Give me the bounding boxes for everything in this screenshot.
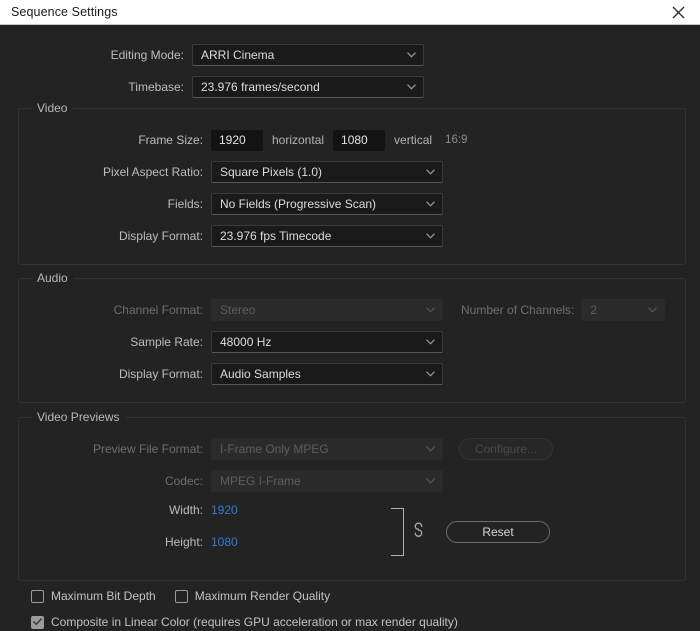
codec-select: MPEG I-Frame	[211, 470, 443, 492]
timebase-select[interactable]: 23.976 frames/second	[192, 76, 424, 98]
channel-format-select: Stereo	[211, 299, 443, 321]
audio-display-format-row: Display Format: Audio Samples	[19, 363, 685, 385]
chevron-down-icon	[426, 339, 435, 345]
maximum-render-quality-checkbox[interactable]	[174, 589, 188, 603]
preview-height-value[interactable]: 1080	[211, 535, 238, 549]
horizontal-label: horizontal	[272, 133, 325, 147]
sample-rate-row: Sample Rate: 48000 Hz	[19, 331, 685, 353]
preview-width-label: Width:	[168, 503, 203, 517]
close-icon	[672, 6, 684, 18]
maximum-bit-depth-checkbox-row[interactable]: Maximum Bit Depth	[31, 587, 156, 605]
maximum-render-quality-checkbox-row[interactable]: Maximum Render Quality	[174, 587, 330, 605]
video-display-format-value: 23.976 fps Timecode	[220, 229, 332, 243]
preview-width-row: Width: 1920	[19, 502, 685, 518]
dialog-body: Editing Mode: ARRI Cinema Timebase: 23.9…	[0, 25, 700, 629]
chain-link-icon[interactable]	[413, 522, 424, 543]
video-group: Video Frame Size: horizontal vertical 16…	[18, 101, 686, 265]
preview-height-row: Height: 1080	[19, 534, 685, 550]
video-display-format-row: Display Format: 23.976 fps Timecode	[19, 225, 685, 247]
dimension-link-controls: Reset	[391, 508, 550, 556]
codec-value: MPEG I-Frame	[220, 474, 301, 488]
frame-height-input[interactable]	[333, 129, 386, 151]
fields-select[interactable]: No Fields (Progressive Scan)	[211, 193, 443, 215]
chevron-down-icon	[426, 233, 435, 239]
maximum-bit-depth-checkbox[interactable]	[31, 589, 44, 603]
sample-rate-label: Sample Rate:	[130, 335, 203, 349]
preview-file-format-label: Preview File Format:	[92, 442, 203, 456]
codec-label: Codec:	[164, 474, 203, 488]
preview-file-format-select: I-Frame Only MPEG	[211, 438, 443, 460]
pixel-aspect-ratio-label: Pixel Aspect Ratio:	[102, 165, 203, 179]
pixel-aspect-ratio-select[interactable]: Square Pixels (1.0)	[211, 161, 443, 183]
timebase-label: Timebase:	[128, 80, 184, 94]
sample-rate-value: 48000 Hz	[220, 335, 272, 349]
configure-button: Configure...	[459, 438, 553, 460]
link-bracket	[391, 508, 404, 556]
audio-display-format-select[interactable]: Audio Samples	[211, 363, 443, 385]
fields-label: Fields:	[167, 197, 203, 211]
audio-display-format-value: Audio Samples	[220, 367, 301, 381]
dialog-titlebar: Sequence Settings	[0, 0, 700, 25]
preview-file-format-row: Preview File Format: I-Frame Only MPEG C…	[19, 438, 685, 460]
frame-size-row: Frame Size: horizontal vertical 16:9	[19, 129, 685, 151]
chevron-down-icon	[648, 307, 658, 313]
quality-checkbox-row: Maximum Bit Depth Maximum Render Quality	[31, 587, 330, 605]
composite-linear-color-checkbox-row[interactable]: Composite in Linear Color (requires GPU …	[31, 613, 458, 631]
frame-width-input[interactable]	[211, 129, 263, 151]
codec-row: Codec: MPEG I-Frame	[19, 470, 685, 492]
channel-format-label: Channel Format:	[113, 303, 203, 317]
sample-rate-select[interactable]: 48000 Hz	[211, 331, 443, 353]
chevron-down-icon	[426, 169, 435, 175]
composite-linear-color-checkbox[interactable]	[31, 615, 44, 629]
preview-file-format-value: I-Frame Only MPEG	[220, 442, 329, 456]
number-of-channels-select: 2	[581, 299, 666, 321]
video-previews-group: Video Previews Preview File Format: I-Fr…	[18, 410, 686, 581]
close-button[interactable]	[656, 0, 700, 24]
vertical-label: vertical	[394, 133, 433, 147]
checkmark-icon	[33, 618, 42, 626]
chevron-down-icon	[407, 52, 416, 58]
chevron-down-icon	[407, 84, 416, 90]
timebase-value: 23.976 frames/second	[201, 80, 320, 94]
composite-linear-color-label[interactable]: Composite in Linear Color (requires GPU …	[51, 615, 458, 629]
channel-format-row: Channel Format: Stereo Number of Channel…	[19, 299, 685, 321]
editing-mode-value: ARRI Cinema	[201, 48, 275, 62]
dialog-title: Sequence Settings	[11, 5, 118, 19]
reset-button[interactable]: Reset	[446, 521, 550, 543]
preview-width-value[interactable]: 1920	[211, 503, 238, 517]
audio-display-format-label: Display Format:	[118, 367, 203, 381]
editing-mode-select[interactable]: ARRI Cinema	[192, 44, 424, 66]
video-display-format-select[interactable]: 23.976 fps Timecode	[211, 225, 443, 247]
maximum-render-quality-label[interactable]: Maximum Render Quality	[195, 589, 330, 603]
number-of-channels-value: 2	[590, 303, 598, 317]
fields-value: No Fields (Progressive Scan)	[220, 197, 377, 211]
editing-mode-row: Editing Mode: ARRI Cinema	[0, 44, 700, 66]
chevron-down-icon	[426, 446, 435, 452]
maximum-bit-depth-label[interactable]: Maximum Bit Depth	[51, 589, 156, 603]
pixel-aspect-ratio-value: Square Pixels (1.0)	[220, 165, 323, 179]
fields-row: Fields: No Fields (Progressive Scan)	[19, 193, 685, 215]
chevron-down-icon	[426, 478, 435, 484]
channel-format-value: Stereo	[220, 303, 256, 317]
video-display-format-label: Display Format:	[118, 229, 203, 243]
chevron-down-icon	[426, 371, 435, 377]
pixel-aspect-ratio-row: Pixel Aspect Ratio: Square Pixels (1.0)	[19, 161, 685, 183]
preview-height-label: Height:	[164, 535, 203, 549]
audio-group-legend: Audio	[31, 271, 74, 285]
number-of-channels-label: Number of Channels:	[461, 303, 575, 317]
frame-size-label: Frame Size:	[138, 133, 203, 147]
chevron-down-icon	[426, 307, 435, 313]
video-group-legend: Video	[31, 101, 74, 115]
chevron-down-icon	[426, 201, 435, 207]
editing-mode-label: Editing Mode:	[110, 48, 184, 62]
aspect-ratio-value: 16:9	[445, 134, 468, 146]
audio-group: Audio Channel Format: Stereo Number of C…	[18, 271, 686, 403]
timebase-row: Timebase: 23.976 frames/second	[0, 76, 700, 98]
top-settings-group: Editing Mode: ARRI Cinema Timebase: 23.9…	[0, 25, 700, 98]
